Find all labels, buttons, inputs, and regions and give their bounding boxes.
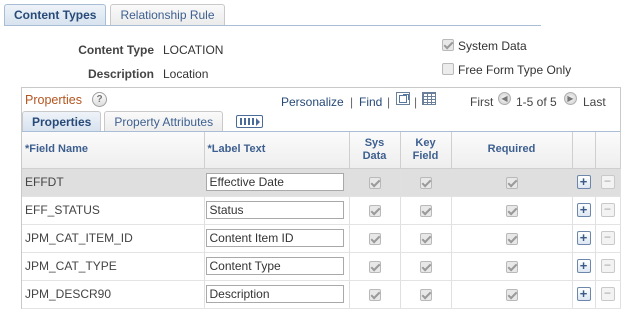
col-required: Required (451, 132, 573, 169)
field-name-cell: JPM_CAT_ITEM_ID (22, 224, 205, 253)
properties-table: *Field Name *Label Text Sys Data Key Field… (22, 132, 621, 309)
add-row-button[interactable]: + (576, 203, 591, 218)
field-name-cell: EFFDT (22, 168, 205, 197)
col-add (572, 132, 596, 169)
key-field-checkbox[interactable] (419, 176, 432, 189)
personalize-link[interactable]: Personalize (281, 95, 344, 109)
key-field-checkbox[interactable] (419, 288, 432, 301)
last-label[interactable]: Last (583, 95, 606, 109)
add-row-button[interactable]: + (576, 175, 591, 190)
sys-data-checkbox[interactable] (368, 176, 381, 189)
label-text-input[interactable] (205, 173, 344, 191)
tab-divider (4, 25, 541, 26)
prev-page-icon[interactable]: ◀ (498, 92, 511, 105)
table-row[interactable]: EFF_STATUS + − (22, 196, 621, 225)
required-checkbox[interactable] (505, 288, 518, 301)
row-range: 1-5 of 5 (516, 95, 557, 109)
delete-row-button[interactable]: − (600, 203, 615, 218)
description-label: Description (87, 67, 154, 81)
separator: | (350, 95, 354, 109)
sys-data-checkbox[interactable] (368, 288, 381, 301)
sys-data-checkbox[interactable] (368, 232, 381, 245)
subtab-property-attributes[interactable]: Property Attributes (104, 111, 224, 132)
next-page-icon[interactable]: ▶ (564, 92, 577, 105)
tab-relationship-rule[interactable]: Relationship Rule (110, 4, 225, 26)
system-data-checkbox[interactable] (442, 39, 454, 51)
table-row[interactable]: JPM_DESCR90 + − (22, 280, 621, 309)
page-tabs: Content Types Relationship Rule (4, 4, 229, 26)
sys-data-checkbox[interactable] (368, 204, 381, 217)
required-checkbox[interactable] (505, 176, 518, 189)
required-checkbox[interactable] (505, 204, 518, 217)
add-row-button[interactable]: + (576, 259, 591, 274)
label-text-input[interactable] (205, 285, 344, 303)
free-form-label: Free Form Type Only (458, 63, 572, 77)
download-grid-icon[interactable] (422, 92, 436, 105)
add-row-button[interactable]: + (576, 287, 591, 302)
field-name-cell: JPM_CAT_TYPE (22, 252, 205, 281)
field-name-cell: JPM_DESCR90 (22, 280, 205, 309)
sys-data-checkbox[interactable] (368, 260, 381, 273)
col-key-field: Key Field (400, 132, 452, 169)
first-label[interactable]: First (470, 95, 493, 109)
grid-title: Properties (25, 93, 82, 107)
delete-row-button[interactable]: − (600, 175, 615, 190)
key-field-checkbox[interactable] (419, 204, 432, 217)
view-all-icon[interactable] (396, 92, 410, 105)
label-text-input[interactable] (205, 201, 344, 219)
col-label-text: *Label Text (204, 132, 350, 169)
description-value: Location (163, 67, 209, 81)
label-text-input[interactable] (205, 229, 344, 247)
required-checkbox[interactable] (505, 232, 518, 245)
delete-row-button[interactable]: − (600, 259, 615, 274)
key-field-checkbox[interactable] (419, 232, 432, 245)
subtab-properties[interactable]: Properties (22, 111, 102, 132)
table-header: *Field Name *Label Text Sys Data Key Field… (22, 132, 621, 169)
content-type-label: Content Type (78, 43, 154, 57)
delete-row-button[interactable]: − (600, 287, 615, 302)
content-type-value: LOCATION (163, 43, 224, 57)
col-field-name: *Field Name (22, 132, 205, 169)
required-checkbox[interactable] (505, 260, 518, 273)
free-form-checkbox[interactable] (442, 63, 454, 75)
delete-row-button[interactable]: − (600, 231, 615, 246)
table-row[interactable]: EFFDT + − (22, 168, 621, 197)
label-text-input[interactable] (205, 257, 344, 275)
help-icon[interactable]: ? (92, 92, 107, 107)
grid-subtabs: Properties Property Attributes (22, 111, 226, 132)
show-all-columns-icon[interactable] (236, 115, 263, 128)
col-sys-data: Sys Data (349, 132, 401, 169)
add-row-button[interactable]: + (576, 231, 591, 246)
tab-content-types[interactable]: Content Types (4, 4, 107, 26)
col-delete (595, 132, 621, 169)
key-field-checkbox[interactable] (419, 260, 432, 273)
field-name-cell: EFF_STATUS (22, 196, 205, 225)
table-row[interactable]: JPM_CAT_TYPE + − (22, 252, 621, 281)
find-link[interactable]: Find (359, 95, 382, 109)
separator: | (414, 95, 418, 109)
table-row[interactable]: JPM_CAT_ITEM_ID + − (22, 224, 621, 253)
system-data-label: System Data (458, 39, 527, 53)
separator: | (387, 95, 391, 109)
